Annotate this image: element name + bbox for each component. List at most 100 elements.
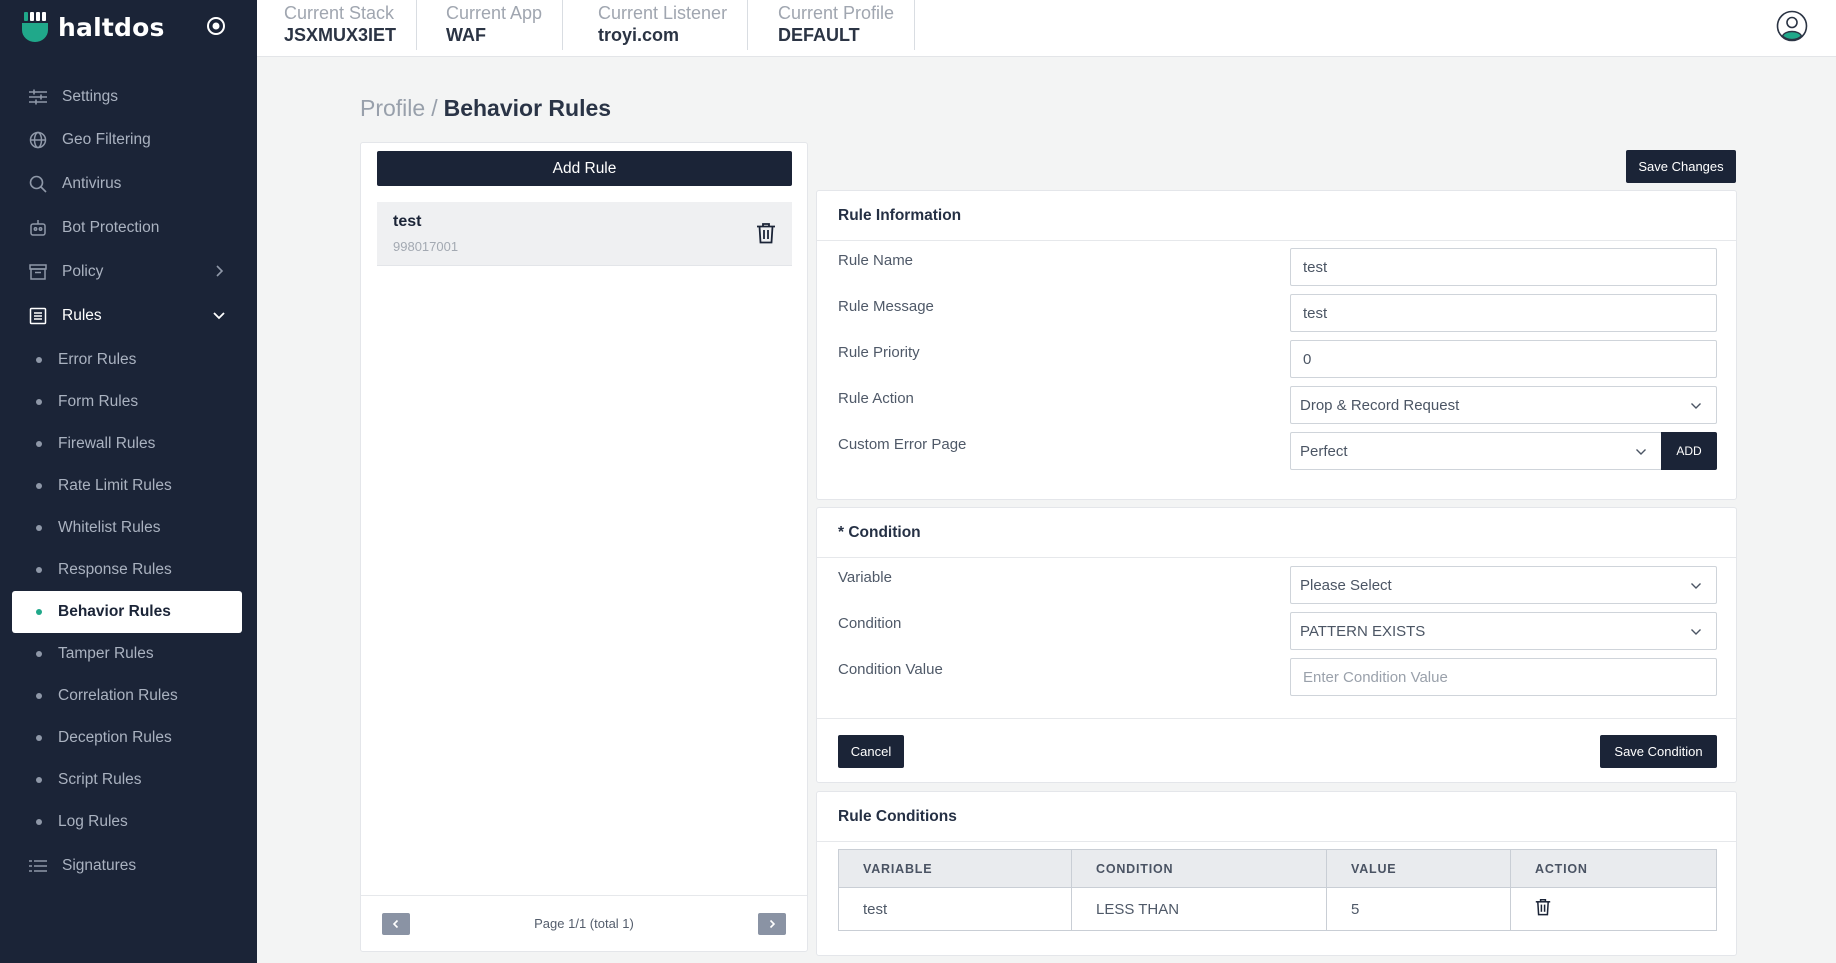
haltdos-logo-icon [22, 12, 48, 42]
sidebar-sub-correlation-rules[interactable]: Correlation Rules [12, 675, 242, 717]
current-listener-value: troyi.com [598, 25, 680, 45]
sidebar-sub-script-rules[interactable]: Script Rules [12, 759, 242, 801]
custom-error-page-label: Custom Error Page [838, 436, 967, 453]
card-title: Rule Information [838, 207, 962, 224]
rule-action-label: Rule Action [838, 390, 914, 407]
sidebar-sub-log-rules[interactable]: Log Rules [12, 801, 242, 843]
breadcrumb-parent[interactable]: Profile [360, 95, 425, 121]
card-title: * Condition [838, 524, 921, 541]
sidebar-item-antivirus[interactable]: Antivirus [12, 164, 242, 204]
rule-message-label: Rule Message [838, 298, 934, 315]
current-app-value: WAF [446, 25, 486, 45]
current-stack[interactable]: Current Stack JSXMUX3IET [257, 0, 418, 50]
sidebar-sub-form-rules[interactable]: Form Rules [12, 381, 242, 423]
user-avatar-icon[interactable] [1776, 10, 1808, 42]
sidebar-item-label: Geo Filtering [62, 131, 151, 148]
chevron-down-icon [1691, 403, 1701, 409]
sidebar-sub-response-rules[interactable]: Response Rules [12, 549, 242, 591]
sidebar-sub-whitelist-rules[interactable]: Whitelist Rules [12, 507, 242, 549]
chevron-down-icon [1636, 449, 1646, 455]
sidebar-toggle-icon[interactable] [205, 15, 227, 37]
bullet-icon [36, 735, 42, 741]
sidebar: haltdos Settings Geo Filtering Antivirus… [0, 0, 257, 963]
card-divider [817, 718, 1736, 719]
next-page-button[interactable] [758, 913, 786, 935]
table-row: test LESS THAN 5 [838, 887, 1717, 931]
column-header: VALUE [1326, 849, 1511, 888]
sidebar-sub-firewall-rules[interactable]: Firewall Rules [12, 423, 242, 465]
page-title: Behavior Rules [443, 95, 612, 121]
sidebar-item-policy[interactable]: Policy [12, 252, 242, 292]
custom-error-page-value: Perfect [1300, 442, 1348, 460]
cell-action [1510, 887, 1717, 931]
add-rule-button[interactable]: Add Rule [377, 151, 792, 186]
rule-list-item[interactable]: test 998017001 [377, 202, 792, 266]
current-stack-label: Current Stack [284, 3, 395, 23]
sidebar-sub-behavior-rules[interactable]: Behavior Rules [12, 591, 242, 633]
sidebar-sub-deception-rules[interactable]: Deception Rules [12, 717, 242, 759]
brand-logo[interactable]: haltdos [22, 10, 165, 44]
bullet-icon [36, 567, 42, 573]
breadcrumb: Profile / Behavior Rules [360, 95, 611, 122]
sidebar-item-signatures[interactable]: Signatures [12, 846, 242, 886]
bullet-icon [36, 399, 42, 405]
chevron-right-icon [769, 919, 776, 929]
sub-item-label: Correlation Rules [58, 687, 178, 704]
cancel-button[interactable]: Cancel [838, 735, 904, 768]
bullet-icon [36, 525, 42, 531]
rule-list-panel: Add Rule test 998017001 Page 1/1 (total … [360, 142, 808, 952]
current-app[interactable]: Current App WAF [419, 0, 564, 50]
save-changes-button[interactable]: Save Changes [1626, 150, 1736, 183]
rule-priority-input[interactable]: 0 [1290, 340, 1717, 378]
sub-item-label: Whitelist Rules [58, 519, 161, 536]
current-profile-label: Current Profile [778, 3, 895, 23]
current-profile-value: DEFAULT [778, 25, 860, 45]
globe-icon [28, 130, 48, 150]
chevron-down-icon [213, 312, 225, 320]
bullet-icon [36, 357, 42, 363]
sidebar-item-bot-protection[interactable]: Bot Protection [12, 208, 242, 248]
bullet-icon [36, 777, 42, 783]
current-profile[interactable]: Current Profile DEFAULT [751, 0, 916, 50]
pager-status: Page 1/1 (total 1) [534, 916, 634, 931]
condition-value-label: Condition Value [838, 661, 943, 678]
rule-conditions-table: VARIABLE CONDITION VALUE ACTION test LES… [838, 849, 1717, 931]
card-divider [817, 240, 1736, 241]
robot-icon [28, 218, 48, 238]
sidebar-item-settings[interactable]: Settings [12, 77, 242, 117]
sidebar-sub-error-rules[interactable]: Error Rules [12, 339, 242, 381]
sidebar-item-label: Antivirus [62, 175, 122, 192]
sidebar-sub-rate-limit-rules[interactable]: Rate Limit Rules [12, 465, 242, 507]
add-error-page-button[interactable]: ADD [1661, 432, 1717, 470]
sliders-icon [28, 87, 48, 107]
variable-select[interactable]: Please Select [1290, 566, 1717, 604]
condition-value-input[interactable]: Enter Condition Value [1290, 658, 1717, 696]
condition-select[interactable]: PATTERN EXISTS [1290, 612, 1717, 650]
sidebar-item-geo-filtering[interactable]: Geo Filtering [12, 120, 242, 160]
rule-message-input[interactable]: test [1290, 294, 1717, 332]
current-listener[interactable]: Current Listener troyi.com [571, 0, 749, 50]
delete-condition-trash-icon[interactable] [1535, 898, 1551, 916]
sub-item-label: Rate Limit Rules [58, 477, 172, 494]
sidebar-item-label: Settings [62, 88, 119, 105]
list-box-icon [28, 306, 48, 326]
search-icon [28, 174, 48, 194]
sidebar-sub-tamper-rules[interactable]: Tamper Rules [12, 633, 242, 675]
sidebar-item-label: Signatures [62, 857, 137, 874]
card-title: Rule Conditions [838, 808, 957, 825]
rule-name-input[interactable]: test [1290, 248, 1717, 286]
bullet-icon [36, 693, 42, 699]
custom-error-page-select[interactable]: Perfect [1290, 432, 1662, 470]
sidebar-item-rules[interactable]: Rules [12, 296, 242, 336]
save-condition-button[interactable]: Save Condition [1600, 735, 1717, 768]
condition-card: * Condition Variable Please Select Condi… [816, 507, 1737, 783]
delete-rule-trash-icon[interactable] [756, 222, 776, 244]
cell-condition: LESS THAN [1071, 887, 1327, 931]
variable-label: Variable [838, 569, 892, 586]
breadcrumb-separator: / [431, 95, 438, 121]
rule-action-select[interactable]: Drop & Record Request [1290, 386, 1717, 424]
current-app-label: Current App [446, 3, 543, 23]
bullet-icon [36, 441, 42, 447]
rule-information-card: Rule Information Rule Name test Rule Mes… [816, 190, 1737, 500]
sub-item-label: Behavior Rules [58, 603, 171, 620]
